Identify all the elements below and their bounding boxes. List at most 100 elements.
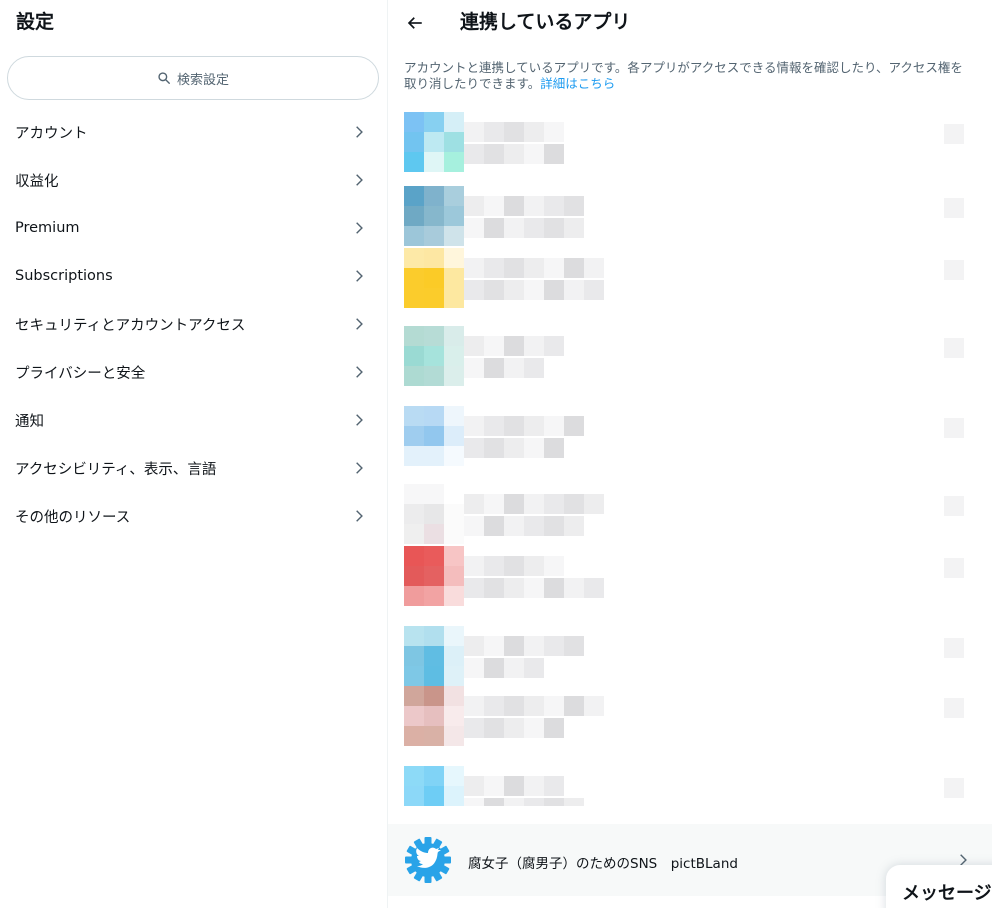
app-icon-pixel: [424, 546, 444, 566]
app-icon-pixel: [404, 686, 424, 706]
blurred-text-block: [484, 776, 504, 796]
app-row[interactable]: [388, 544, 992, 606]
app-icon-pixel: [424, 346, 444, 366]
blurred-text-block: [464, 218, 484, 238]
app-icon-pixel: [404, 248, 424, 268]
menu-item-account[interactable]: アカウント: [0, 108, 388, 156]
blurred-text-block: [464, 494, 484, 514]
app-icon-pixel: [444, 546, 464, 566]
blurred-text-block: [524, 516, 544, 536]
blurred-text-block: [504, 438, 524, 458]
blurred-text-block: [564, 636, 584, 656]
app-icon-pixel: [444, 406, 464, 426]
app-row[interactable]: [388, 246, 992, 308]
menu-item-notifications[interactable]: 通知: [0, 396, 388, 444]
blurred-text-block: [544, 556, 564, 576]
back-button[interactable]: [404, 12, 426, 34]
menu-item-label: アクセシビリティ、表示、言語: [15, 461, 217, 478]
app-icon-pixel: [404, 288, 424, 308]
blurred-text-block: [504, 516, 524, 536]
app-row[interactable]: [388, 184, 992, 246]
blurred-text-block: [484, 416, 504, 436]
menu-item-privacy[interactable]: プライバシーと安全: [0, 348, 388, 396]
blurred-chevron: [944, 558, 964, 578]
app-icon-pixel: [444, 346, 464, 366]
blurred-text-block: [564, 280, 584, 300]
app-icon-pixel: [404, 326, 424, 346]
app-icon-pixel: [444, 686, 464, 706]
app-icon-pixel: [404, 626, 424, 646]
app-row[interactable]: [388, 624, 992, 686]
blurred-chevron: [944, 418, 964, 438]
blurred-text-block: [464, 776, 484, 796]
menu-item-monetization[interactable]: 収益化: [0, 156, 388, 204]
blurred-text-block: [564, 578, 584, 598]
app-icon-pixel: [444, 766, 464, 786]
app-icon-pixel: [444, 446, 464, 466]
menu-item-label: Subscriptions: [15, 268, 113, 284]
app-row[interactable]: [388, 684, 992, 746]
blurred-chevron: [944, 698, 964, 718]
app-icon-pixel: [424, 666, 444, 686]
app-icon-pixel: [444, 706, 464, 726]
menu-item-label: アカウント: [15, 125, 88, 142]
blurred-text-block: [464, 144, 484, 164]
chevron-right-icon: [356, 222, 363, 234]
chevron-right-icon: [356, 174, 363, 186]
app-icon-pixel: [404, 186, 424, 206]
menu-item-accessibility[interactable]: アクセシビリティ、表示、言語: [0, 444, 388, 492]
blurred-text-block: [484, 718, 504, 738]
blurred-text-block: [484, 280, 504, 300]
menu-item-security[interactable]: セキュリティとアカウントアクセス: [0, 300, 388, 348]
app-icon-pixel: [404, 206, 424, 226]
blurred-text-block: [464, 416, 484, 436]
blurred-text-block: [464, 280, 484, 300]
chevron-right-icon: [356, 414, 363, 426]
menu-item-label: セキュリティとアカウントアクセス: [15, 317, 246, 334]
app-icon-pixel: [444, 366, 464, 386]
blurred-chevron: [944, 338, 964, 358]
app-icon-pixel: [444, 288, 464, 308]
blurred-text-block: [544, 516, 564, 536]
app-row[interactable]: [388, 324, 992, 386]
search-settings-input[interactable]: 検索設定: [7, 56, 379, 100]
blurred-text-block: [544, 336, 564, 356]
blurred-text-block: [584, 494, 604, 514]
app-icon-pixel: [444, 186, 464, 206]
learn-more-link[interactable]: 詳細はこちら: [540, 76, 615, 91]
app-row[interactable]: [388, 404, 992, 466]
settings-sidebar: 設定 検索設定 アカウント 収益化 Premium Subscriptions: [0, 0, 388, 908]
blurred-chevron: [944, 260, 964, 280]
app-icon-pixel: [424, 406, 444, 426]
blurred-text-block: [524, 718, 544, 738]
blurred-text-block: [544, 798, 564, 806]
app-name: 腐女子（腐男子）のためのSNS pictBLand: [468, 856, 738, 872]
blurred-text-block: [524, 336, 544, 356]
app-icon-pixel: [404, 484, 424, 504]
app-icon-pixel: [404, 406, 424, 426]
blurred-text-block: [504, 776, 524, 796]
app-icon-pixel: [424, 646, 444, 666]
blurred-text-block: [464, 122, 484, 142]
blurred-text-block: [564, 218, 584, 238]
blurred-text-block: [544, 718, 564, 738]
blurred-text-block: [484, 258, 504, 278]
blurred-text-block: [524, 358, 544, 378]
blurred-chevron: [944, 124, 964, 144]
app-row[interactable]: [388, 110, 992, 172]
app-icon-pixel: [404, 226, 424, 246]
menu-item-premium[interactable]: Premium: [0, 204, 388, 252]
app-icon-pixel: [404, 426, 424, 446]
messages-drawer[interactable]: メッセージ: [886, 865, 992, 908]
blurred-text-block: [524, 798, 544, 806]
menu-item-subscriptions[interactable]: Subscriptions: [0, 252, 388, 300]
chevron-right-icon: [356, 462, 363, 474]
menu-item-resources[interactable]: その他のリソース: [0, 492, 388, 540]
chevron-right-icon: [356, 126, 363, 138]
app-row[interactable]: [388, 482, 992, 544]
app-row[interactable]: [388, 764, 992, 806]
app-icon-pixel: [404, 366, 424, 386]
blurred-text-block: [484, 438, 504, 458]
blurred-text-block: [504, 144, 524, 164]
connected-apps-list: [388, 110, 992, 806]
